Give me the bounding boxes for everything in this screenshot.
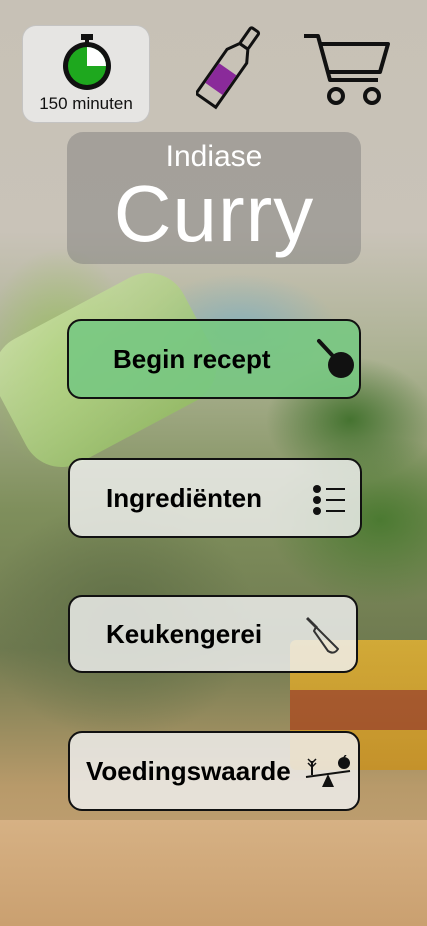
- recipe-screen: 150 minuten Indiase Curry Begin recept I…: [0, 0, 427, 926]
- kitchen-tools-label: Keukengerei: [106, 618, 263, 649]
- nutrition-label: Voedingswaarde: [86, 755, 291, 786]
- list-icon: [313, 485, 345, 515]
- balance-scale-icon: [305, 755, 351, 787]
- knife-icon: [306, 617, 339, 654]
- stopwatch-icon: [63, 34, 111, 90]
- begin-recipe-button[interactable]: Begin recept: [67, 319, 361, 399]
- timer-card[interactable]: 150 minuten: [22, 25, 150, 123]
- kitchen-tools-button[interactable]: Keukengerei: [68, 595, 358, 673]
- background-photo-box-band: [290, 690, 427, 730]
- begin-recipe-label: Begin recept: [113, 343, 271, 374]
- shopping-cart-icon[interactable]: [300, 28, 392, 110]
- ingredients-label: Ingrediënten: [106, 482, 263, 513]
- timer-label: 150 minuten: [39, 94, 133, 113]
- recipe-title-card: Indiase Curry: [67, 132, 361, 264]
- wine-bottle-icon[interactable]: [196, 20, 264, 112]
- background-photo-cutting-board: [0, 820, 427, 926]
- ingredients-button[interactable]: Ingrediënten: [68, 458, 362, 538]
- recipe-title: Curry: [113, 169, 315, 258]
- frying-pan-icon: [317, 339, 354, 378]
- nutrition-button[interactable]: Voedingswaarde: [68, 731, 360, 811]
